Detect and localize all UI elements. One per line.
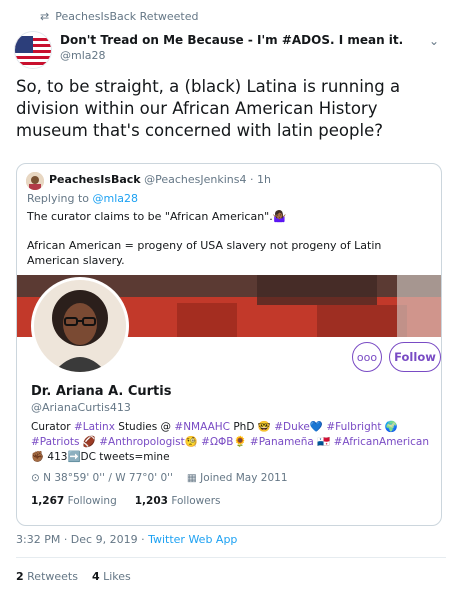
- bio-text: 🌍: [381, 421, 398, 433]
- followers-label: Followers: [171, 495, 221, 507]
- reply-context: Replying to @mla28: [27, 192, 138, 205]
- hashtag-link[interactable]: #Latinx: [74, 421, 115, 433]
- bio-text: 🌻: [233, 436, 250, 448]
- engagement-stats: 2 Retweets 4 Likes: [16, 570, 131, 583]
- source-link[interactable]: Twitter Web App: [148, 533, 237, 546]
- divider: [16, 557, 446, 558]
- hashtag-link[interactable]: #Patriots: [31, 436, 79, 448]
- follow-button[interactable]: Follow: [389, 342, 441, 372]
- chevron-down-icon[interactable]: ⌄: [429, 34, 439, 48]
- quote-author-line[interactable]: PeachesIsBack @PeachesJenkins4 · 1h: [49, 173, 271, 186]
- location-pin-icon: ⊙: [31, 472, 40, 484]
- bio-text: ✊🏾 413➡️DC tweets=mine: [31, 451, 170, 463]
- quote-author-name[interactable]: PeachesIsBack: [49, 173, 141, 186]
- likes-stat[interactable]: 4 Likes: [92, 570, 131, 583]
- location-item: ⊙ N 38°59' 0'' / W 77°0' 0'': [31, 472, 173, 484]
- quote-text-line2: African American = progeny of USA slaver…: [27, 239, 382, 267]
- bio-text: PhD 🤓: [230, 421, 275, 433]
- hashtag-link[interactable]: #ΩΦΒ: [201, 436, 233, 448]
- bio-text: 🏈: [79, 436, 100, 448]
- profile-bio: Curator #Latinx Studies @ #NMAAHC PhD 🤓 …: [31, 420, 437, 465]
- following-label: Following: [67, 495, 117, 507]
- tweet-timestamp: 3:32 PM · Dec 9, 2019 · Twitter Web App: [16, 533, 237, 546]
- reply-prefix: Replying to: [27, 192, 93, 205]
- retweets-label: Retweets: [27, 570, 78, 583]
- bio-text: 🧐: [184, 436, 202, 448]
- profile-stats: 1,267 Following 1,203 Followers: [31, 495, 221, 507]
- joined-item: ▦ Joined May 2011: [187, 472, 288, 484]
- bio-text: Curator: [31, 421, 74, 433]
- retweet-header[interactable]: ⇄ PeachesIsBack Retweeted: [40, 10, 199, 23]
- quote-author-avatar[interactable]: [26, 172, 44, 190]
- followers-stat[interactable]: 1,203 Followers: [135, 495, 221, 507]
- profile-avatar[interactable]: [31, 277, 129, 375]
- quote-time[interactable]: · 1h: [250, 173, 271, 186]
- followers-count: 1,203: [134, 495, 168, 507]
- profile-name[interactable]: Dr. Ariana A. Curtis: [31, 384, 171, 399]
- avatar[interactable]: [14, 31, 52, 69]
- profile-joined: Joined May 2011: [200, 472, 288, 484]
- reply-to-link[interactable]: @mla28: [93, 192, 139, 205]
- shrug-emoji: 🤷🏾‍♀️: [272, 210, 287, 223]
- hashtag-link[interactable]: #AfricanAmerican: [334, 436, 429, 448]
- author-handle[interactable]: @mla28: [60, 49, 106, 62]
- retweet-icon: ⇄: [40, 10, 50, 23]
- hashtag-link[interactable]: #Fulbright: [326, 421, 381, 433]
- profile-meta: ⊙ N 38°59' 0'' / W 77°0' 0'' ▦ Joined Ma…: [31, 472, 288, 484]
- profile-location: N 38°59' 0'' / W 77°0' 0'': [43, 472, 173, 484]
- retweets-count: 2: [16, 570, 24, 583]
- likes-label: Likes: [103, 570, 131, 583]
- us-flag-avatar-image: [15, 32, 51, 68]
- quote-author-handle[interactable]: @PeachesJenkins4: [144, 173, 246, 186]
- quote-line1-text: The curator claims to be "African Americ…: [27, 210, 273, 223]
- bio-text: 🇵🇦: [313, 436, 334, 448]
- hashtag-link[interactable]: #Anthropologist: [99, 436, 185, 448]
- bio-text: Studies @: [114, 421, 175, 433]
- more-options-button[interactable]: ooo: [352, 342, 382, 372]
- retweeted-by-label: PeachesIsBack Retweeted: [55, 10, 199, 23]
- timestamp-time[interactable]: 3:32 PM · Dec 9, 2019 ·: [16, 533, 148, 546]
- retweets-stat[interactable]: 2 Retweets: [16, 570, 78, 583]
- following-stat[interactable]: 1,267 Following: [31, 495, 117, 507]
- likes-count: 4: [91, 570, 100, 583]
- quoted-tweet-card[interactable]: PeachesIsBack @PeachesJenkins4 · 1h Repl…: [16, 163, 442, 526]
- profile-handle[interactable]: @ArianaCurtis413: [31, 401, 131, 414]
- hashtag-link[interactable]: #Panameña: [250, 436, 314, 448]
- quote-avatar-image: [26, 172, 44, 190]
- hashtag-link[interactable]: #Duke: [274, 421, 310, 433]
- calendar-icon: ▦: [186, 472, 197, 484]
- profile-photo: [34, 280, 126, 372]
- bio-text: 💙: [309, 421, 327, 433]
- quote-text-line1: The curator claims to be "African Americ…: [27, 210, 286, 223]
- author-name[interactable]: Don't Tread on Me Because - I'm #ADOS. I…: [60, 33, 403, 47]
- hashtag-link[interactable]: #NMAAHC: [174, 421, 230, 433]
- following-count: 1,267: [31, 495, 65, 507]
- tweet-text: So, to be straight, a (black) Latina is …: [16, 77, 401, 140]
